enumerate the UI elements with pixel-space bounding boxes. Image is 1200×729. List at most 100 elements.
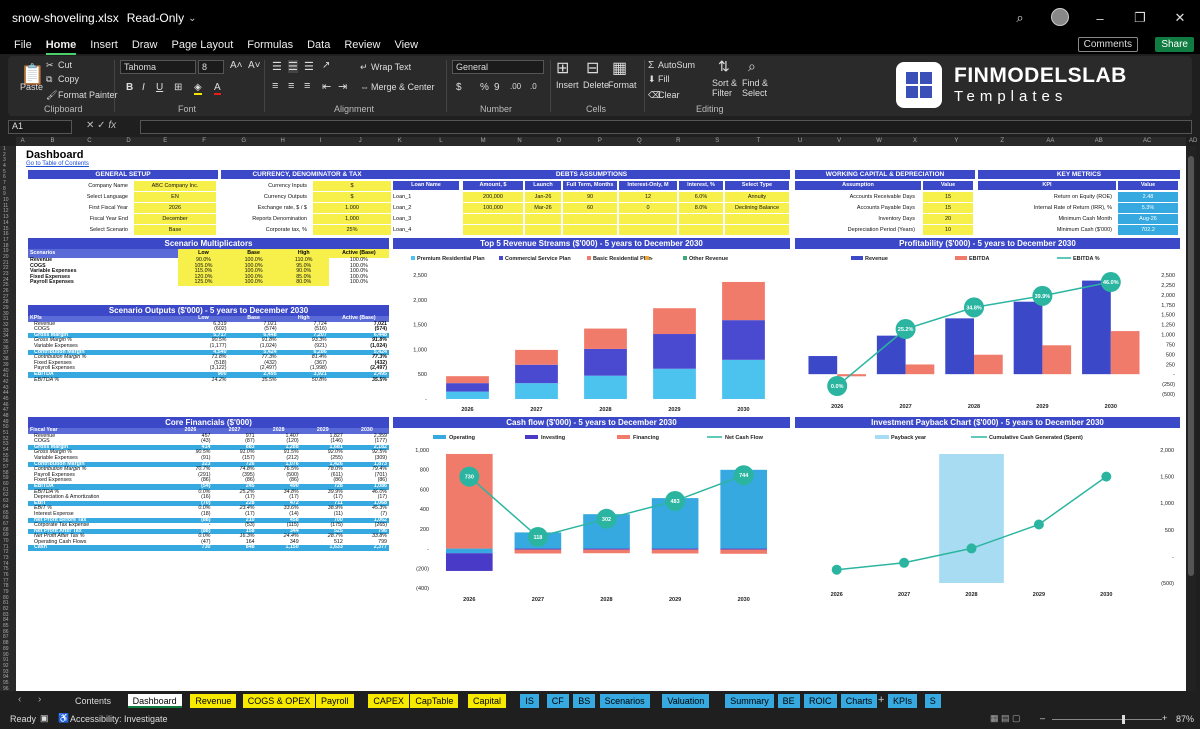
name-box[interactable]: A1 bbox=[8, 120, 72, 134]
loan-input[interactable]: 200,000 bbox=[463, 192, 523, 202]
font-color-icon[interactable]: A bbox=[214, 82, 221, 95]
loan-input[interactable] bbox=[463, 214, 523, 224]
menu-review[interactable]: Review bbox=[344, 39, 380, 51]
comma-icon[interactable]: 9 bbox=[494, 82, 500, 93]
increase-indent-icon[interactable]: ⇥ bbox=[338, 80, 347, 93]
sheet-tab-capex[interactable]: CAPEX bbox=[368, 694, 409, 708]
loan-input[interactable]: Jan-26 bbox=[525, 192, 561, 202]
menu-draw[interactable]: Draw bbox=[132, 39, 158, 51]
loan-input[interactable] bbox=[619, 214, 677, 224]
macro-icon[interactable]: ▣ bbox=[40, 713, 49, 724]
formula-icons[interactable]: ✕ ✓ fx bbox=[86, 120, 116, 131]
sheet-tab-revenue[interactable]: Revenue bbox=[190, 694, 237, 708]
loan-input[interactable] bbox=[563, 214, 617, 224]
chevron-down-icon[interactable]: ⌄ bbox=[188, 13, 196, 24]
add-sheet-icon[interactable]: + bbox=[878, 694, 884, 706]
column-header[interactable]: AA bbox=[1046, 138, 1054, 144]
setting-value[interactable]: $ bbox=[313, 192, 391, 202]
column-header[interactable]: B bbox=[51, 138, 55, 144]
loan-input[interactable] bbox=[525, 225, 561, 235]
formula-input[interactable] bbox=[140, 120, 1192, 134]
loan-input[interactable]: Annuity bbox=[725, 192, 789, 202]
menu-home[interactable]: Home bbox=[45, 39, 76, 55]
multiplier-input[interactable]: 80.0% bbox=[278, 280, 329, 286]
sheet-tab-s[interactable]: S bbox=[924, 694, 941, 708]
setting-value[interactable]: 25% bbox=[313, 225, 391, 235]
sheet-tab-contents[interactable]: Contents bbox=[70, 694, 117, 708]
fill-color-icon[interactable]: ◈ bbox=[194, 82, 202, 95]
menu-view[interactable]: View bbox=[394, 39, 418, 51]
metric-value[interactable]: 10 bbox=[923, 225, 973, 235]
restore-icon[interactable]: ❐ bbox=[1120, 10, 1160, 26]
align-middle-icon[interactable]: ☰ bbox=[288, 60, 298, 73]
sheet-tab-captable[interactable]: CapTable bbox=[410, 694, 459, 708]
align-top-icon[interactable]: ☰ bbox=[272, 60, 282, 73]
loan-input[interactable] bbox=[463, 225, 523, 235]
column-header[interactable]: C bbox=[87, 138, 91, 144]
decrease-indent-icon[interactable]: ⇤ bbox=[322, 80, 331, 93]
align-right-icon[interactable]: ≡ bbox=[304, 80, 310, 92]
column-header[interactable]: Z bbox=[1000, 138, 1004, 144]
copy-button[interactable]: Copy bbox=[58, 74, 79, 84]
align-left-icon[interactable]: ≡ bbox=[272, 80, 278, 92]
column-header[interactable]: A bbox=[21, 138, 25, 144]
loan-input[interactable]: 60 bbox=[563, 203, 617, 213]
toc-link[interactable]: Go to Table of Contents bbox=[26, 161, 89, 167]
column-header[interactable]: AD bbox=[1189, 138, 1197, 144]
column-header[interactable]: Y bbox=[954, 138, 958, 144]
prev-sheet-icon[interactable]: ‹ bbox=[18, 694, 21, 705]
currency-icon[interactable]: $ bbox=[456, 82, 462, 93]
column-header[interactable]: G bbox=[241, 138, 246, 144]
menu-file[interactable]: File bbox=[14, 39, 32, 51]
loan-input[interactable] bbox=[563, 225, 617, 235]
insert-button[interactable]: Insert bbox=[556, 80, 579, 90]
format-button[interactable]: Format bbox=[608, 80, 637, 90]
column-header[interactable]: F bbox=[202, 138, 206, 144]
column-header[interactable]: AC bbox=[1143, 138, 1151, 144]
share-button[interactable]: Share bbox=[1155, 37, 1194, 52]
percent-icon[interactable]: % bbox=[480, 82, 489, 93]
column-header[interactable]: S bbox=[715, 138, 719, 144]
menu-page-layout[interactable]: Page Layout bbox=[171, 39, 233, 51]
delete-button[interactable]: Delete bbox=[583, 80, 609, 90]
format-cells-icon[interactable]: ▦ bbox=[612, 58, 627, 78]
next-sheet-icon[interactable]: › bbox=[38, 694, 41, 705]
zoom-slider-thumb[interactable] bbox=[1122, 715, 1125, 724]
menu-data[interactable]: Data bbox=[307, 39, 330, 51]
number-format-select[interactable]: General bbox=[452, 60, 544, 74]
decrease-font-icon[interactable]: A˅ bbox=[248, 60, 261, 71]
avatar[interactable] bbox=[1040, 7, 1080, 29]
insert-cells-icon[interactable]: ⊞ bbox=[556, 58, 569, 78]
merge-center-icon[interactable]: ⇔ bbox=[360, 82, 369, 92]
cut-button[interactable]: Cut bbox=[58, 60, 72, 70]
loan-input[interactable] bbox=[679, 225, 723, 235]
sheet-tab-capital[interactable]: Capital bbox=[468, 694, 507, 708]
multiplier-input[interactable]: 100.0% bbox=[228, 280, 279, 286]
fill-icon[interactable]: ⬇ bbox=[648, 74, 656, 85]
setting-value[interactable]: 1.000 bbox=[313, 203, 391, 213]
fill-button[interactable]: Fill bbox=[658, 74, 670, 84]
autosum-icon[interactable]: Σ bbox=[648, 60, 654, 71]
borders-icon[interactable]: ⊞ bbox=[174, 82, 182, 93]
column-header[interactable]: N bbox=[517, 138, 521, 144]
column-header[interactable]: H bbox=[281, 138, 285, 144]
setting-value[interactable]: 2026 bbox=[134, 203, 216, 213]
metric-value[interactable]: 20 bbox=[923, 214, 973, 224]
column-header[interactable]: P bbox=[598, 138, 602, 144]
orientation-icon[interactable]: ↗ bbox=[322, 60, 330, 71]
column-header[interactable]: L bbox=[439, 138, 442, 144]
sheet-tab-payroll[interactable]: Payroll bbox=[316, 694, 354, 708]
search-icon[interactable]: ⌕ bbox=[1000, 10, 1040, 26]
loan-input[interactable] bbox=[725, 214, 789, 224]
autosum-button[interactable]: AutoSum bbox=[658, 60, 695, 70]
column-header[interactable]: I bbox=[320, 138, 322, 144]
loan-input[interactable] bbox=[725, 225, 789, 235]
metric-value[interactable]: 15 bbox=[923, 203, 973, 213]
loan-input[interactable]: 8.0% bbox=[679, 203, 723, 213]
cut-icon[interactable]: ✂ bbox=[46, 60, 54, 71]
metric-value[interactable]: 15 bbox=[923, 192, 973, 202]
setting-value[interactable]: $ bbox=[313, 181, 391, 191]
sheet-tab-kpis[interactable]: KPIs bbox=[888, 694, 918, 708]
minimize-icon[interactable]: – bbox=[1080, 11, 1120, 26]
clear-button[interactable]: Clear bbox=[658, 90, 680, 100]
